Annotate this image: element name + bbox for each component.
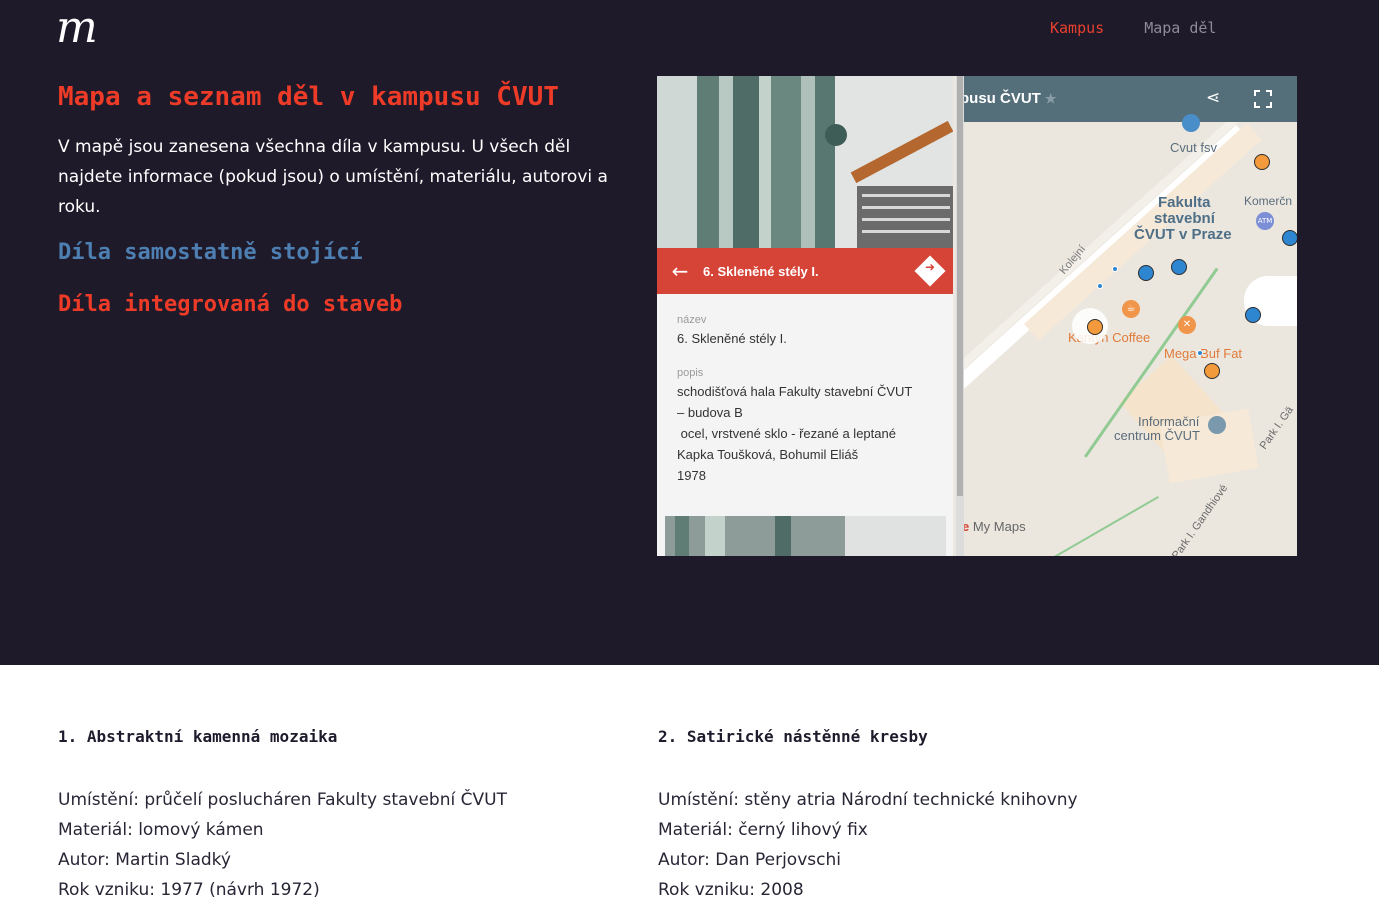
artwork-photo bbox=[657, 76, 953, 248]
field-label-name: název bbox=[677, 314, 707, 326]
label-faculty-2: stavební bbox=[1154, 210, 1215, 227]
link-standalone-works[interactable]: Díla samostatně stojící bbox=[58, 240, 363, 265]
work-author: Autor: Dan Perjovschi bbox=[658, 850, 841, 870]
fullscreen-icon[interactable] bbox=[1254, 90, 1272, 108]
work-title: 1. Abstraktní kamenná mozaika bbox=[58, 727, 338, 746]
work-card: 1. Abstraktní kamenná mozaika Umístění: … bbox=[58, 725, 618, 905]
location-pin-icon[interactable] bbox=[1182, 114, 1200, 132]
main-nav: Kampus Mapa děl bbox=[1050, 18, 1216, 38]
work-author: Autor: Martin Sladký bbox=[58, 850, 231, 870]
work-year: Rok vzniku: 2008 bbox=[658, 880, 804, 900]
label-coffee: Coffee bbox=[1112, 330, 1151, 345]
label-komercni: Komerčn bbox=[1244, 194, 1293, 208]
work-card: 2. Satirické nástěnné kresby Umístění: s… bbox=[658, 725, 1218, 905]
map-marker[interactable] bbox=[1138, 265, 1154, 281]
map-marker-small[interactable] bbox=[1097, 283, 1103, 289]
map-detail-panel: ← 6. Skleněné stély I. název 6. Skleněné… bbox=[657, 76, 953, 556]
site-logo[interactable]: m bbox=[56, 4, 98, 52]
map-title-bar: pusu ČVUT ★ ⋖ bbox=[964, 76, 1297, 122]
label-park-2: Park I. Gandhiové bbox=[1169, 482, 1231, 556]
label-mega-buf-fat: Mega Buf Fat bbox=[1164, 346, 1243, 361]
detail-fields: název 6. Skleněné stély I. popis schodiš… bbox=[677, 312, 937, 486]
label-info-1: Informační bbox=[1138, 414, 1200, 429]
cafe-icon[interactable]: ☕ bbox=[1122, 300, 1140, 318]
field-value-name: 6. Skleněné stély I. bbox=[677, 331, 787, 346]
field-value-desc-4: Kapka Toušková, Bohumil Eliáš bbox=[677, 447, 859, 462]
field-value-desc-2: – budova B bbox=[677, 405, 743, 420]
work-title: 2. Satirické nástěnné kresby bbox=[658, 727, 928, 746]
detail-header: ← 6. Skleněné stély I. bbox=[657, 248, 953, 294]
label-faculty-3: ČVUT v Praze bbox=[1134, 226, 1232, 243]
label-cvut-fsv: Cvut fsv bbox=[1170, 140, 1217, 155]
field-value-desc-3: ocel, vrstvené sklo - řezané a leptané bbox=[677, 426, 896, 441]
works-list: 1. Abstraktní kamenná mozaika Umístění: … bbox=[0, 665, 1379, 918]
nav-kampus[interactable]: Kampus bbox=[1050, 18, 1104, 38]
restaurant-icon[interactable]: ✕ bbox=[1178, 316, 1196, 334]
map-marker[interactable] bbox=[1204, 363, 1220, 379]
map-marker[interactable] bbox=[1245, 307, 1261, 323]
field-label-desc: popis bbox=[677, 367, 704, 379]
work-material: Materiál: lomový kámen bbox=[58, 820, 264, 840]
panel-scrollbar[interactable] bbox=[956, 76, 964, 556]
info-pin-icon[interactable] bbox=[1208, 416, 1226, 434]
field-value-desc-5: 1978 bbox=[677, 468, 706, 483]
directions-icon[interactable] bbox=[914, 255, 946, 287]
work-material: Materiál: černý lihový fix bbox=[658, 820, 868, 840]
page-title: Mapa a seznam děl v kampusu ČVUT bbox=[58, 82, 559, 112]
back-arrow-icon[interactable]: ← bbox=[657, 248, 703, 294]
work-location: Umístění: průčelí poslucháren Fakulty st… bbox=[58, 790, 507, 810]
artwork-thumbnail[interactable] bbox=[665, 516, 946, 556]
map-title: pusu ČVUT bbox=[964, 90, 1041, 107]
selected-map-marker[interactable] bbox=[1087, 319, 1103, 335]
map-marker[interactable] bbox=[1282, 230, 1297, 246]
embedded-map[interactable]: ← 6. Skleněné stély I. název 6. Skleněné… bbox=[657, 76, 1297, 556]
map-marker[interactable] bbox=[1254, 154, 1270, 170]
share-icon[interactable]: ⋖ bbox=[1206, 88, 1220, 108]
work-year: Rok vzniku: 1977 (návrh 1972) bbox=[58, 880, 320, 900]
work-location: Umístění: stěny atria Národní technické … bbox=[658, 790, 1078, 810]
hero-section: m Kampus Mapa děl Mapa a seznam děl v ka… bbox=[0, 0, 1379, 665]
star-icon[interactable]: ★ bbox=[1045, 91, 1057, 106]
intro-text: V mapě jsou zanesena všechna díla v kamp… bbox=[58, 137, 608, 217]
link-integrated-works[interactable]: Díla integrovaná do staveb bbox=[58, 292, 402, 317]
map-marker[interactable] bbox=[1171, 259, 1187, 275]
map-marker-small[interactable] bbox=[1197, 350, 1203, 356]
detail-header-title: 6. Skleněné stély I. bbox=[703, 263, 819, 279]
label-park-1: Park I. Gä bbox=[1257, 404, 1296, 452]
nav-mapa-del[interactable]: Mapa děl bbox=[1144, 18, 1216, 38]
label-info-2: centrum ČVUT bbox=[1114, 428, 1200, 443]
my-maps-branding: e My Maps bbox=[964, 519, 1026, 534]
field-value-desc-1: schodišťová hala Fakulty stavební ČVUT bbox=[677, 384, 913, 399]
atm-icon[interactable]: ATM bbox=[1256, 212, 1274, 230]
map-marker-small[interactable] bbox=[1112, 266, 1118, 272]
map-canvas[interactable]: pusu ČVUT ★ ⋖ Cvut fsv Fakulta stavební Č… bbox=[964, 76, 1297, 556]
label-faculty-1: Fakulta bbox=[1158, 194, 1211, 211]
